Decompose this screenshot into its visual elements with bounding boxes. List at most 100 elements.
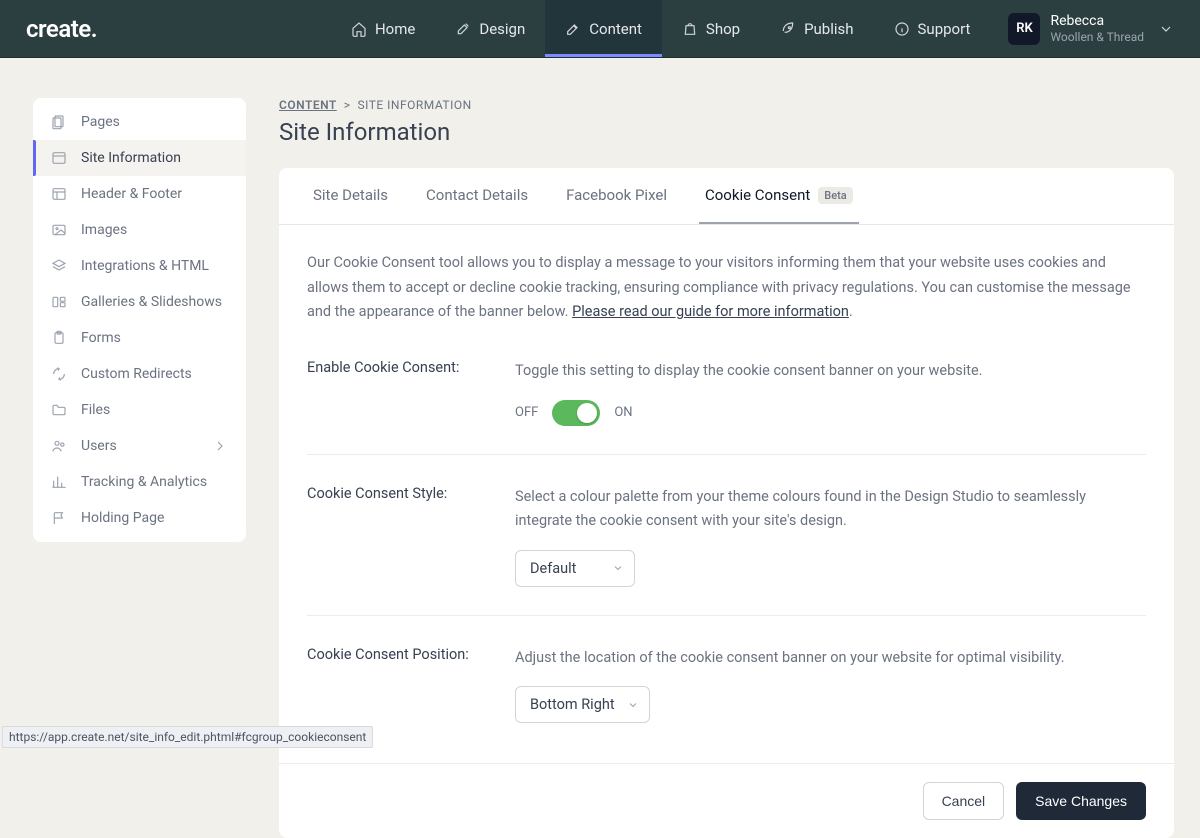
- avatar: RK: [1008, 13, 1040, 45]
- nav-design[interactable]: Design: [435, 0, 545, 57]
- sidebar-item-galleries-slideshows[interactable]: Galleries & Slideshows: [33, 284, 246, 320]
- label-enable: Enable Cookie Consent:: [307, 359, 515, 426]
- rocket-icon: [780, 21, 796, 37]
- nav-shop[interactable]: Shop: [662, 0, 760, 57]
- enable-toggle[interactable]: [552, 400, 600, 426]
- breadcrumb-root[interactable]: CONTENT: [279, 98, 337, 112]
- row-enable-cookie-consent: Enable Cookie Consent: Toggle this setti…: [307, 351, 1146, 455]
- sidebar-item-custom-redirects[interactable]: Custom Redirects: [33, 356, 246, 392]
- sidebar-item-label: Users: [81, 438, 117, 454]
- tab-site-details[interactable]: Site Details: [307, 168, 394, 224]
- nav-label: Publish: [804, 20, 853, 38]
- scrollbar[interactable]: [1184, 2, 1198, 748]
- save-button[interactable]: Save Changes: [1016, 782, 1146, 820]
- nav-label: Home: [375, 20, 415, 38]
- brush-icon: [455, 21, 471, 37]
- flag-icon: [51, 510, 67, 526]
- style-value: Default: [530, 560, 576, 577]
- sidebar-item-label: Images: [81, 222, 127, 238]
- tab-label: Contact Details: [426, 186, 528, 204]
- folder-icon: [51, 402, 67, 418]
- chevron-right-icon: [212, 438, 228, 454]
- sidebar-item-label: Files: [81, 402, 110, 418]
- stack-icon: [51, 258, 67, 274]
- top-bar: create. Home Design Content Shop Publish…: [0, 0, 1200, 58]
- home-icon: [351, 21, 367, 37]
- intro-text: Our Cookie Consent tool allows you to di…: [307, 251, 1146, 325]
- content-area: CONTENT > SITE INFORMATION Site Informat…: [279, 98, 1174, 838]
- sidebar: Pages Site Information Header & Footer Imag…: [33, 98, 246, 542]
- sidebar-item-pages[interactable]: Pages: [33, 104, 246, 140]
- beta-badge: Beta: [818, 187, 852, 204]
- chart-icon: [51, 474, 67, 490]
- desc-enable: Toggle this setting to display the cooki…: [515, 359, 1146, 384]
- top-nav: Home Design Content Shop Publish Support…: [331, 0, 1174, 57]
- position-value: Bottom Right: [530, 696, 615, 713]
- redirect-icon: [51, 366, 67, 382]
- user-text: Rebecca Woollen & Thread: [1050, 13, 1144, 44]
- sidebar-item-integrations-html[interactable]: Integrations & HTML: [33, 248, 246, 284]
- toggle-off-label: OFF: [515, 405, 538, 420]
- sidebar-item-tracking-analytics[interactable]: Tracking & Analytics: [33, 464, 246, 500]
- chevron-down-icon: [627, 699, 639, 711]
- label-position: Cookie Consent Position:: [307, 646, 515, 724]
- nav-content[interactable]: Content: [545, 0, 662, 57]
- nav-label: Design: [479, 20, 525, 38]
- cancel-button[interactable]: Cancel: [923, 782, 1005, 820]
- row-cookie-position: Cookie Consent Position: Adjust the loca…: [307, 638, 1146, 738]
- pages-icon: [51, 114, 67, 130]
- nav-label: Support: [918, 20, 971, 38]
- chevron-down-icon: [612, 562, 624, 574]
- nav-publish[interactable]: Publish: [760, 0, 873, 57]
- nav-label: Shop: [706, 20, 740, 38]
- sidebar-item-header-footer[interactable]: Header & Footer: [33, 176, 246, 212]
- toggle-on-label: ON: [614, 405, 632, 420]
- sidebar-item-label: Galleries & Slideshows: [81, 294, 222, 310]
- chevron-down-icon: [1158, 21, 1174, 37]
- sidebar-item-images[interactable]: Images: [33, 212, 246, 248]
- style-select[interactable]: Default: [515, 550, 635, 587]
- users-icon: [51, 438, 67, 454]
- nav-label: Content: [589, 20, 642, 38]
- toggle-knob: [577, 403, 597, 423]
- sidebar-item-files[interactable]: Files: [33, 392, 246, 428]
- sidebar-item-label: Site Information: [81, 150, 181, 166]
- tab-label: Facebook Pixel: [566, 186, 667, 204]
- tab-cookie-consent[interactable]: Cookie Consent Beta: [699, 168, 859, 224]
- edit-icon: [565, 21, 581, 37]
- desc-style: Select a colour palette from your theme …: [515, 485, 1146, 534]
- tab-label: Site Details: [313, 186, 388, 204]
- image-icon: [51, 222, 67, 238]
- intro-suffix: .: [849, 303, 853, 320]
- user-menu[interactable]: RK Rebecca Woollen & Thread: [1008, 0, 1174, 57]
- nav-support[interactable]: Support: [874, 0, 991, 57]
- row-cookie-style: Cookie Consent Style: Select a colour pa…: [307, 477, 1146, 616]
- sidebar-item-label: Integrations & HTML: [81, 258, 209, 274]
- intro-guide-link[interactable]: Please read our guide for more informati…: [572, 303, 849, 320]
- sidebar-item-label: Pages: [81, 114, 120, 130]
- tab-label: Cookie Consent: [705, 186, 810, 204]
- sidebar-item-holding-page[interactable]: Holding Page: [33, 500, 246, 536]
- user-sub: Woollen & Thread: [1050, 30, 1144, 44]
- tab-facebook-pixel[interactable]: Facebook Pixel: [560, 168, 673, 224]
- scrollbar-thumb[interactable]: [1187, 2, 1195, 622]
- tab-contact-details[interactable]: Contact Details: [420, 168, 534, 224]
- sidebar-item-label: Header & Footer: [81, 186, 182, 202]
- status-url: https://app.create.net/site_info_edit.ph…: [2, 726, 373, 748]
- tabs: Site Details Contact Details Facebook Pixe…: [279, 168, 1174, 225]
- sidebar-item-site-information[interactable]: Site Information: [33, 140, 246, 176]
- gallery-icon: [51, 294, 67, 310]
- sidebar-item-users[interactable]: Users: [33, 428, 246, 464]
- desc-position: Adjust the location of the cookie consen…: [515, 646, 1146, 671]
- layout-icon: [51, 186, 67, 202]
- info-icon: [894, 21, 910, 37]
- sidebar-item-label: Holding Page: [81, 510, 164, 526]
- nav-home[interactable]: Home: [331, 0, 435, 57]
- browser-icon: [51, 150, 67, 166]
- logo[interactable]: create.: [26, 15, 97, 43]
- position-select[interactable]: Bottom Right: [515, 686, 650, 723]
- sidebar-item-label: Custom Redirects: [81, 366, 192, 382]
- breadcrumb-current: SITE INFORMATION: [357, 98, 471, 112]
- sidebar-item-forms[interactable]: Forms: [33, 320, 246, 356]
- settings-card: Site Details Contact Details Facebook Pixe…: [279, 168, 1174, 838]
